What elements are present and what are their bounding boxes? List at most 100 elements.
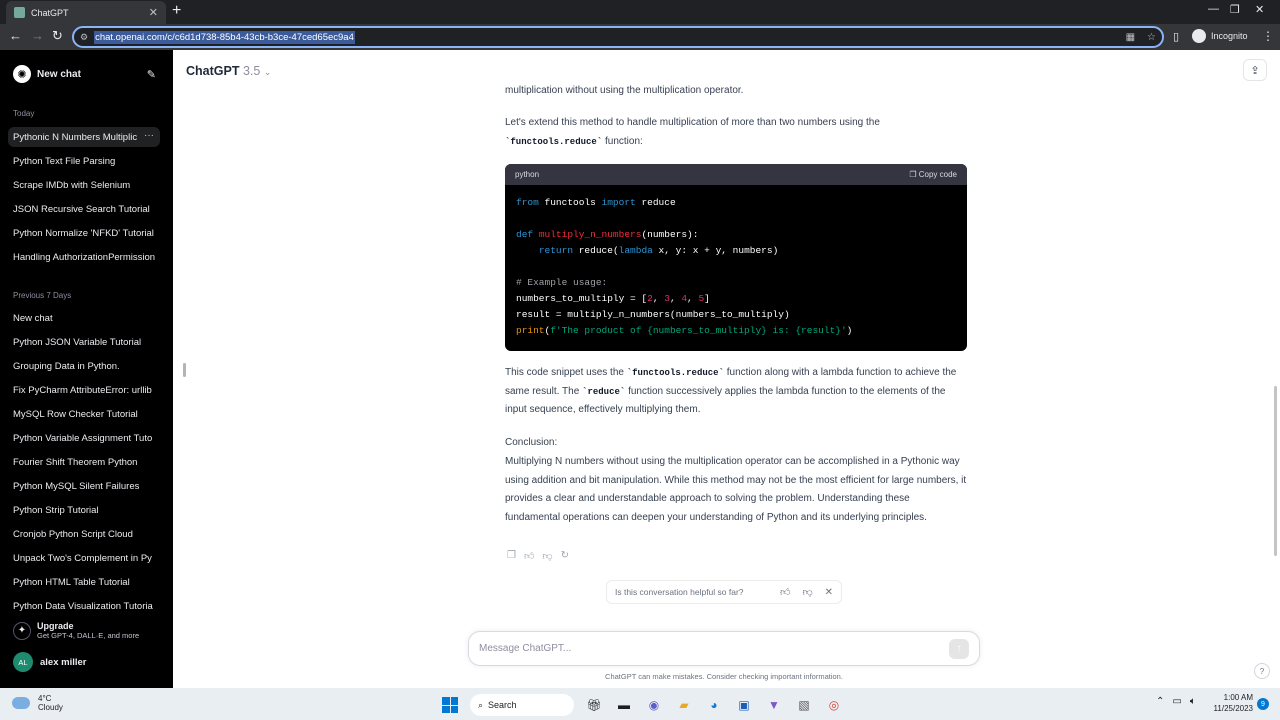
- sidebar-chat-item[interactable]: Python Variable Assignment Tuto: [8, 428, 160, 448]
- network-icon[interactable]: ▭: [1172, 696, 1181, 707]
- upgrade-button[interactable]: ✦ Upgrade Get GPT-4, DALL·E, and more: [13, 621, 139, 640]
- inline-code: `functools.reduce`: [626, 368, 724, 378]
- sidebar-chat-item[interactable]: New chat: [8, 308, 160, 328]
- regenerate-icon[interactable]: ↻: [561, 550, 569, 562]
- reload-icon[interactable]: ↻: [52, 28, 63, 44]
- user-menu[interactable]: AL alex miller: [13, 652, 86, 672]
- window-close-icon[interactable]: ✕: [1255, 3, 1264, 16]
- sidebar-chat-item[interactable]: Pythonic N Numbers Multiplic ···: [8, 127, 160, 147]
- clock[interactable]: 1:00 AM 11/25/2023: [1207, 692, 1253, 714]
- minimize-icon[interactable]: —: [1208, 3, 1219, 15]
- scrollbar[interactable]: [1274, 386, 1277, 556]
- message-paragraph-1: Let's extend this method to handle multi…: [505, 114, 967, 151]
- sidebar-chat-label: Python MySQL Silent Failures: [13, 480, 140, 492]
- inline-code: `reduce`: [582, 386, 626, 397]
- chat-icon[interactable]: ◉: [644, 695, 664, 715]
- qr-code-icon[interactable]: ▦: [1126, 32, 1135, 43]
- site-info-icon[interactable]: ⚙: [80, 32, 88, 43]
- sidebar-chat-label: Pythonic N Numbers Multiplic: [13, 131, 138, 143]
- copy-icon[interactable]: ❐: [507, 550, 516, 562]
- taskbar: 4°C Cloudy ⌕ Search 🎁︎ ▬ ◉ ▰ ◕ ▣ ▼ ▧ ◎ ⌃…: [0, 688, 1280, 720]
- upgrade-title: Upgrade: [37, 621, 74, 631]
- sidebar-chat-item[interactable]: Python HTML Table Tutorial: [8, 572, 160, 592]
- task-view-icon[interactable]: ▬: [614, 695, 634, 715]
- sidebar-collapse-handle[interactable]: [183, 363, 186, 377]
- notification-badge[interactable]: 9: [1257, 698, 1269, 710]
- chrome-icon[interactable]: ◎: [824, 695, 844, 715]
- weather-condition: Cloudy: [38, 703, 63, 712]
- browser-tab[interactable]: ChatGPT ✕: [6, 1, 166, 24]
- url-text[interactable]: chat.openai.com/c/c6d1d738-85b4-43cb-b3c…: [94, 30, 355, 44]
- restore-icon[interactable]: ❐: [1230, 3, 1240, 16]
- sidebar-chat-item[interactable]: Cronjob Python Script Cloud: [8, 524, 160, 544]
- feedback-prompt: Is this conversation helpful so far? 👍︎ …: [606, 580, 842, 604]
- code-content: from functools import reduce def multipl…: [516, 197, 853, 336]
- bookmark-star-icon[interactable]: ☆: [1147, 32, 1156, 43]
- close-icon[interactable]: ✕: [825, 587, 833, 598]
- sidebar-chat-item[interactable]: JSON Recursive Search Tutorial: [8, 199, 160, 219]
- thumbs-up-icon[interactable]: 👍︎: [524, 550, 534, 562]
- photos-icon[interactable]: ▧: [794, 695, 814, 715]
- share-icon[interactable]: ⇪: [1243, 59, 1267, 81]
- start-windows-icon[interactable]: [440, 695, 460, 715]
- sidebar-chat-item[interactable]: Unpack Two's Complement in Py: [8, 548, 160, 568]
- sidebar-chat-item[interactable]: MySQL Row Checker Tutorial: [8, 404, 160, 424]
- sidebar-chat-item[interactable]: Fourier Shift Theorem Python: [8, 452, 160, 472]
- widgets-icon[interactable]: 🎁︎: [584, 695, 604, 715]
- chat-main: ChatGPT 3.5 ⌄ ⇪ multiplication without u…: [173, 50, 1280, 688]
- thumbs-up-icon[interactable]: 👍︎: [780, 586, 790, 598]
- sidebar-chat-label: New chat: [13, 312, 53, 324]
- sidebar-chat-item[interactable]: Fix PyCharm AttributeError: urllib: [8, 380, 160, 400]
- sidebar-chat-item[interactable]: Python Text File Parsing: [8, 151, 160, 171]
- sidebar-chat-label: Fix PyCharm AttributeError: urllib: [13, 384, 152, 396]
- chevron-up-icon[interactable]: ⌃: [1156, 696, 1164, 707]
- model-selector[interactable]: ChatGPT 3.5 ⌄: [186, 64, 271, 78]
- sidebar-chat-label: Python Text File Parsing: [13, 155, 116, 167]
- browser-toolbar: ← → ↻ ⚙ chat.openai.com/c/c6d1d738-85b4-…: [0, 24, 1280, 50]
- help-button[interactable]: ?: [1254, 663, 1270, 679]
- upgrade-subtitle: Get GPT-4, DALL·E, and more: [37, 631, 140, 640]
- incognito-icon: [1192, 29, 1206, 43]
- sidebar-chat-item[interactable]: Python Strip Tutorial: [8, 500, 160, 520]
- browser-menu-icon[interactable]: ⋮: [1262, 29, 1274, 43]
- sidebar-chat-label: JSON Recursive Search Tutorial: [13, 203, 150, 215]
- taskbar-search[interactable]: ⌕ Search: [470, 694, 574, 716]
- message-composer: ↑: [468, 631, 980, 666]
- sidebar-chat-item[interactable]: Python Normalize 'NFKD' Tutorial: [8, 223, 160, 243]
- weather-widget[interactable]: 4°C Cloudy: [12, 694, 63, 712]
- new-chat-label: New chat: [37, 68, 81, 80]
- more-options-icon[interactable]: ···: [144, 130, 154, 141]
- new-chat-button[interactable]: ✺ New chat ✎: [8, 62, 160, 86]
- file-explorer-icon[interactable]: ▰: [674, 695, 694, 715]
- section-previous-7-days: Previous 7 Days: [13, 291, 72, 300]
- sidebar-chat-label: Unpack Two's Complement in Py: [13, 552, 152, 564]
- sidebar-chat-item[interactable]: Handling AuthorizationPermission: [8, 247, 160, 267]
- edit-icon[interactable]: ✎: [147, 68, 156, 81]
- message-input[interactable]: [479, 643, 949, 654]
- send-arrow-icon[interactable]: ↑: [949, 638, 969, 659]
- sidebar-chat-item[interactable]: Grouping Data in Python.: [8, 356, 160, 376]
- new-tab-plus-icon[interactable]: +: [172, 2, 181, 20]
- copy-code-button[interactable]: ❐ Copy code: [909, 170, 957, 179]
- temperature: 4°C: [38, 694, 52, 703]
- incognito-indicator[interactable]: Incognito: [1192, 29, 1248, 43]
- sidebar-chat-item[interactable]: Python Data Visualization Tutoria: [8, 596, 160, 616]
- back-arrow-icon[interactable]: ←: [9, 28, 22, 43]
- address-bar[interactable]: ⚙ chat.openai.com/c/c6d1d738-85b4-43cb-b…: [72, 26, 1164, 48]
- sidebar-chat-label: Python Normalize 'NFKD' Tutorial: [13, 227, 154, 239]
- disclaimer: ChatGPT can make mistakes. Consider chec…: [605, 672, 843, 681]
- section-today: Today: [13, 109, 35, 118]
- edge-icon[interactable]: ◕: [704, 695, 724, 715]
- code-block: python ❐ Copy code from functools import…: [505, 164, 967, 351]
- vpn-icon[interactable]: ▼: [764, 695, 784, 715]
- thumbs-down-icon[interactable]: 👎︎: [802, 586, 812, 598]
- sidebar-chat-item[interactable]: Python MySQL Silent Failures: [8, 476, 160, 496]
- forward-arrow-icon[interactable]: →: [31, 28, 44, 43]
- thumbs-down-icon[interactable]: 👎︎: [542, 550, 552, 562]
- side-panel-icon[interactable]: ▯: [1173, 30, 1179, 43]
- store-icon[interactable]: ▣: [734, 695, 754, 715]
- volume-icon[interactable]: 🔈︎: [1190, 696, 1196, 707]
- sidebar-chat-item[interactable]: Scrape IMDb with Selenium: [8, 175, 160, 195]
- sidebar-chat-item[interactable]: Python JSON Variable Tutorial: [8, 332, 160, 352]
- tab-close-icon[interactable]: ✕: [149, 6, 158, 19]
